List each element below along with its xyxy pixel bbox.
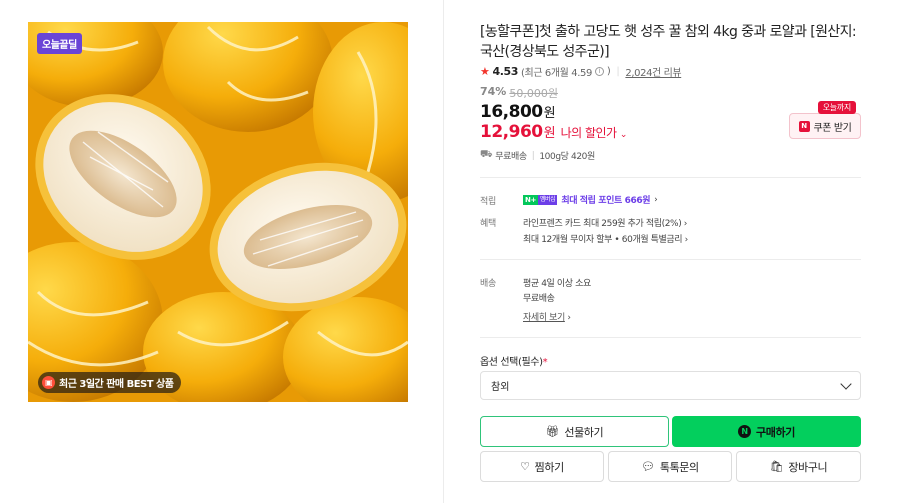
option-selected-value: 참외 [491, 382, 510, 393]
wishlist-button[interactable]: ♡ 찜하기 [480, 451, 604, 482]
buy-button[interactable]: N 구매하기 [672, 416, 861, 447]
shopping-bag-icon: 🛍︎ [769, 460, 784, 473]
product-image[interactable]: 오늘끝딜 ▣ 최근 3일간 판매 BEST 상품 [28, 22, 408, 402]
chevron-right-icon: › [684, 235, 689, 245]
review-count-link[interactable]: 2,024건 리뷰 [625, 64, 681, 79]
naver-pay-icon: N [738, 425, 752, 438]
delivery-details-link[interactable]: 자세히 보기 › [523, 310, 571, 323]
cart-button-label: 장바구니 [788, 460, 828, 474]
melon-illustration [28, 22, 408, 402]
max-points-text: 최대 적립 포인트 666원 [561, 196, 651, 206]
chevron-right-icon: › [567, 313, 571, 323]
naver-plus-badge-n: N+ [523, 194, 538, 205]
talktalk-inquiry-button[interactable]: 💬︎ 톡톡문의 [608, 451, 732, 482]
gift-button[interactable]: 🎁︎ 선물하기 [480, 416, 669, 447]
talktalk-button-label: 톡톡문의 [659, 460, 699, 474]
coupon-widget: 오늘까지 N 쿠폰 받기 [789, 101, 861, 139]
coupon-deadline-tag: 오늘까지 [817, 101, 856, 114]
gift-icon: 🎁︎ [545, 425, 560, 438]
option-label-text: 옵션 선택 [480, 357, 518, 368]
required-mark: * [542, 357, 548, 368]
unit-price: 100g당 420원 [539, 152, 595, 162]
delivery-details-text: 자세히 보기 [523, 313, 565, 323]
sale-price-row: 16,800 원 [480, 102, 556, 122]
my-price-row[interactable]: 12,960 원 나의 할인가 ⌄ [480, 122, 627, 142]
shipping-fee: 무료배송 [495, 152, 527, 162]
cart-button[interactable]: 🛍︎ 장바구니 [736, 451, 861, 482]
sale-price-unit: 원 [543, 106, 556, 121]
points-link[interactable]: N+ 멤버십 최대 적립 포인트 666원 › [523, 193, 658, 206]
option-required-text: (필수) [517, 357, 543, 368]
benefit-installment-link[interactable]: 최대 12개월 무이자 할부 • 60개월 특별금리 › [523, 232, 688, 245]
wishlist-button-label: 찜하기 [534, 460, 565, 474]
points-label: 적립 [480, 197, 496, 207]
info-icon[interactable]: i [594, 67, 604, 76]
option-select[interactable]: 참외 [480, 371, 861, 400]
my-discount-price-unit: 원 [543, 126, 556, 141]
get-coupon-button[interactable]: N 쿠폰 받기 [789, 113, 861, 139]
column-divider [443, 0, 444, 503]
benefit-card-link[interactable]: 라인프렌즈 카드 최대 259원 추가 적립(2%) › [523, 216, 687, 229]
rating-recent: (최근 6개월 4.59 [521, 68, 592, 79]
my-discount-label[interactable]: 나의 할인가 ⌄ [560, 124, 628, 141]
rating-row: ★ 4.53 (최근 6개월 4.59 i) | 2,024건 리뷰 [480, 64, 682, 79]
divider [480, 259, 861, 260]
sale-price: 16,800 [480, 102, 543, 122]
gift-button-label: 선물하기 [564, 425, 604, 439]
delivery-label: 배송 [480, 279, 496, 289]
divider [480, 337, 861, 338]
chevron-right-icon: › [654, 194, 658, 205]
membership-badge-label: 멤버십 [537, 194, 558, 205]
benefit-card-text: 라인프렌즈 카드 최대 259원 추가 적립(2%) [523, 219, 682, 229]
separator: | [531, 150, 535, 161]
truck-icon: ⛟ [480, 149, 493, 160]
discount-rate: 74% [480, 85, 507, 98]
best-seller-badge: ▣ 최근 3일간 판매 BEST 상품 [38, 372, 182, 393]
shipping-summary: ⛟ 무료배송 | 100g당 420원 [480, 149, 595, 162]
naver-plus-membership-badge: N+ 멤버십 [523, 194, 558, 205]
chevron-right-icon: › [683, 219, 688, 229]
product-title: [농할쿠폰]첫 출하 고당도 햇 성주 꿀 참외 4kg 중과 로얄과 [원산지… [480, 24, 857, 60]
benefit-installment-text: 최대 12개월 무이자 할부 • 60개월 특별금리 [523, 235, 683, 245]
buy-button-label: 구매하기 [756, 425, 795, 439]
chevron-down-icon: ⌄ [619, 130, 628, 140]
rating-score: 4.53 [492, 65, 519, 78]
chevron-down-icon [840, 377, 852, 390]
get-coupon-label: 쿠폰 받기 [813, 122, 852, 134]
delivery-fee: 무료배송 [523, 294, 555, 304]
original-price: 50,000원 [509, 87, 558, 100]
discount-row: 74% 50,000원 [480, 85, 558, 101]
star-icon: ★ [480, 65, 490, 78]
separator: | [616, 66, 620, 77]
my-discount-price: 12,960 [480, 122, 543, 142]
my-discount-label-text: 나의 할인가 [560, 126, 618, 140]
heart-icon: ♡ [520, 460, 530, 473]
today-deal-badge: 오늘끝딜 [37, 33, 82, 54]
divider [480, 177, 861, 178]
rating-recent-close: ) [606, 66, 611, 77]
gift-box-icon: ▣ [42, 376, 55, 389]
naver-n-icon: N [798, 120, 810, 132]
benefit-label: 혜택 [480, 219, 496, 229]
chat-bubble-icon: 💬︎ [641, 460, 655, 473]
best-seller-text: 최근 3일간 판매 BEST 상품 [59, 379, 174, 390]
option-label: 옵션 선택(필수)* [480, 353, 548, 368]
delivery-time: 평균 4일 이상 소요 [523, 279, 591, 289]
